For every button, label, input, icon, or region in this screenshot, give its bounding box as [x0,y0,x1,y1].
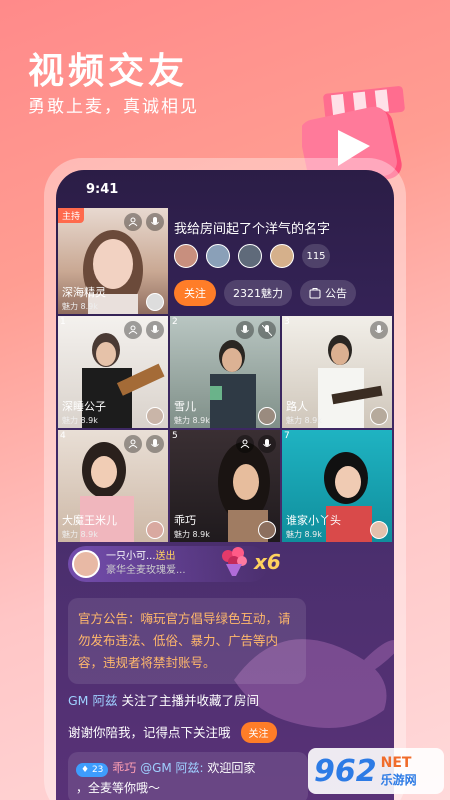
seat-name: 雪儿 [174,400,196,413]
seat-tile[interactable]: 2 雪儿 魅力 8.9k [170,316,280,428]
member-avatar[interactable] [238,244,262,268]
member-count[interactable]: 115 [302,244,330,268]
mic-icon[interactable] [236,321,254,339]
seat-avatar[interactable] [370,407,388,425]
rose-bouquet-icon [222,547,247,576]
member-avatar[interactable] [206,244,230,268]
seat-number: 7 [284,431,290,441]
notice-button[interactable]: 公告 [300,280,356,306]
seat-number: 1 [60,317,66,327]
host-avatar[interactable] [146,293,164,311]
chat-username[interactable]: 乖巧 [112,761,136,775]
gift-text: 一只小可...送出 豪华全麦玫瑰爱... [106,550,186,578]
official-notice: 官方公告：嗨玩官方倡导绿色互动，请勿发布违法、低俗、暴力、广告等内容，违规者将禁… [68,598,306,684]
follow-button[interactable]: 关注 [174,280,216,306]
seat-number: 2 [172,317,178,327]
host-video-tile[interactable]: 主持 深海精灵 魅力 8.9k [58,208,168,314]
gift-sender: 一只小可... [106,551,156,562]
seat-tile[interactable]: 1 深睡公子 魅力 8.9k [58,316,168,428]
seat-name: 乖巧 [174,514,196,527]
seat-charm: 魅力 8.9k [62,530,98,539]
site-watermark: 962 NET 乐游网 [308,748,444,794]
gift-action: 送出 [155,551,176,562]
mic-icon[interactable] [146,435,164,453]
gift-desc: 豪华全麦玫瑰爱... [106,565,186,576]
chat-message: ♦ 23 乖巧 @GM 阿兹: 欢迎回家 ，全麦等你哦～ [68,752,308,800]
charm-pill[interactable]: 2321魅力 [224,280,292,306]
mic-icon[interactable] [370,321,388,339]
seat-tile[interactable]: 5 乖巧 魅力 8.9k [170,430,280,542]
profile-icon[interactable] [236,435,254,453]
host-badge: 主持 [58,208,85,223]
mic-icon[interactable] [146,321,164,339]
profile-icon[interactable] [124,435,142,453]
status-time: 9:41 [86,182,119,197]
promo-title: 视频交友 [28,51,189,92]
seat-charm: 魅力 8.9k [286,530,322,539]
member-list[interactable]: 115 [174,244,330,268]
seat-charm: 魅力 8.9k [174,416,210,425]
watermark-number: 962 [314,753,377,789]
seat-number: 5 [172,431,178,441]
member-avatar[interactable] [174,244,198,268]
seat-name: 谁家小丫头 [286,514,341,527]
gift-count: x6 [254,550,281,574]
chat-text: ，全麦等你哦～ [76,781,161,795]
notice-label: 公告 [325,287,347,300]
mic-icon[interactable] [258,435,276,453]
notice-icon [309,287,321,298]
seat-avatar[interactable] [146,521,164,539]
chat-message: 谢谢你陪我，记得点下关注哦 关注 [68,722,277,743]
chat-mention[interactable]: @GM 阿兹: [140,761,204,775]
level-badge: ♦ 23 [76,763,109,777]
chat-text: 谢谢你陪我，记得点下关注哦 [68,725,231,740]
chat-text: 欢迎回家 [207,761,256,775]
seat-charm: 魅力 8.9k [62,416,98,425]
gift-banner: 一只小可...送出 豪华全麦玫瑰爱... x6 [68,546,281,582]
seat-avatar[interactable] [258,407,276,425]
mic-icon[interactable] [146,213,164,231]
room-actions: 关注 2321魅力 公告 [174,280,364,306]
host-charm: 魅力 8.9k [62,302,98,311]
seat-tile[interactable]: 4 大魔王米儿 魅力 8.9k [58,430,168,542]
member-avatar[interactable] [270,244,294,268]
level-value: 23 [91,765,104,775]
host-name: 深海精灵 [62,286,106,299]
room-header: 主持 深海精灵 魅力 8.9k 我给房间起了个洋气的名字 115 关注 2321… [56,208,394,316]
seat-charm: 魅力 8.9k [174,530,210,539]
mic-muted-icon[interactable] [258,321,276,339]
seat-name: 深睡公子 [62,400,106,413]
gift-sender-avatar[interactable] [72,550,100,578]
chat-text: 关注了主播并收藏了房间 [121,693,259,708]
seat-charm: 魅力 8.9k [286,416,322,425]
seat-tile[interactable]: 7 谁家小丫头 魅力 8.9k [282,430,392,542]
phone-frame: 9:41 主持 深海精灵 魅力 8.9k 我给房间起了个洋气的名字 115 关注… [44,158,406,800]
chat-username[interactable]: GM 阿兹 [68,693,117,708]
seat-name: 路人 [286,400,308,413]
room-title: 我给房间起了个洋气的名字 [174,222,331,237]
seat-tile[interactable]: 3 路人 魅力 8.9k [282,316,392,428]
seat-number: 3 [284,317,290,327]
chat-follow-button[interactable]: 关注 [240,722,277,743]
watermark-net: NET [380,754,412,771]
seat-number: 4 [60,431,66,441]
promo-subtitle: 勇敢上麦，真诚相见 [28,97,199,117]
watermark-cn: 乐游网 [380,772,417,787]
room-screen: 9:41 主持 深海精灵 魅力 8.9k 我给房间起了个洋气的名字 115 关注… [56,170,394,800]
profile-icon[interactable] [124,321,142,339]
seat-avatar[interactable] [370,521,388,539]
seat-avatar[interactable] [146,407,164,425]
profile-icon[interactable] [124,213,142,231]
chat-message: GM 阿兹 关注了主播并收藏了房间 [68,690,259,709]
seat-name: 大魔王米儿 [62,514,117,527]
seat-avatar[interactable] [258,521,276,539]
